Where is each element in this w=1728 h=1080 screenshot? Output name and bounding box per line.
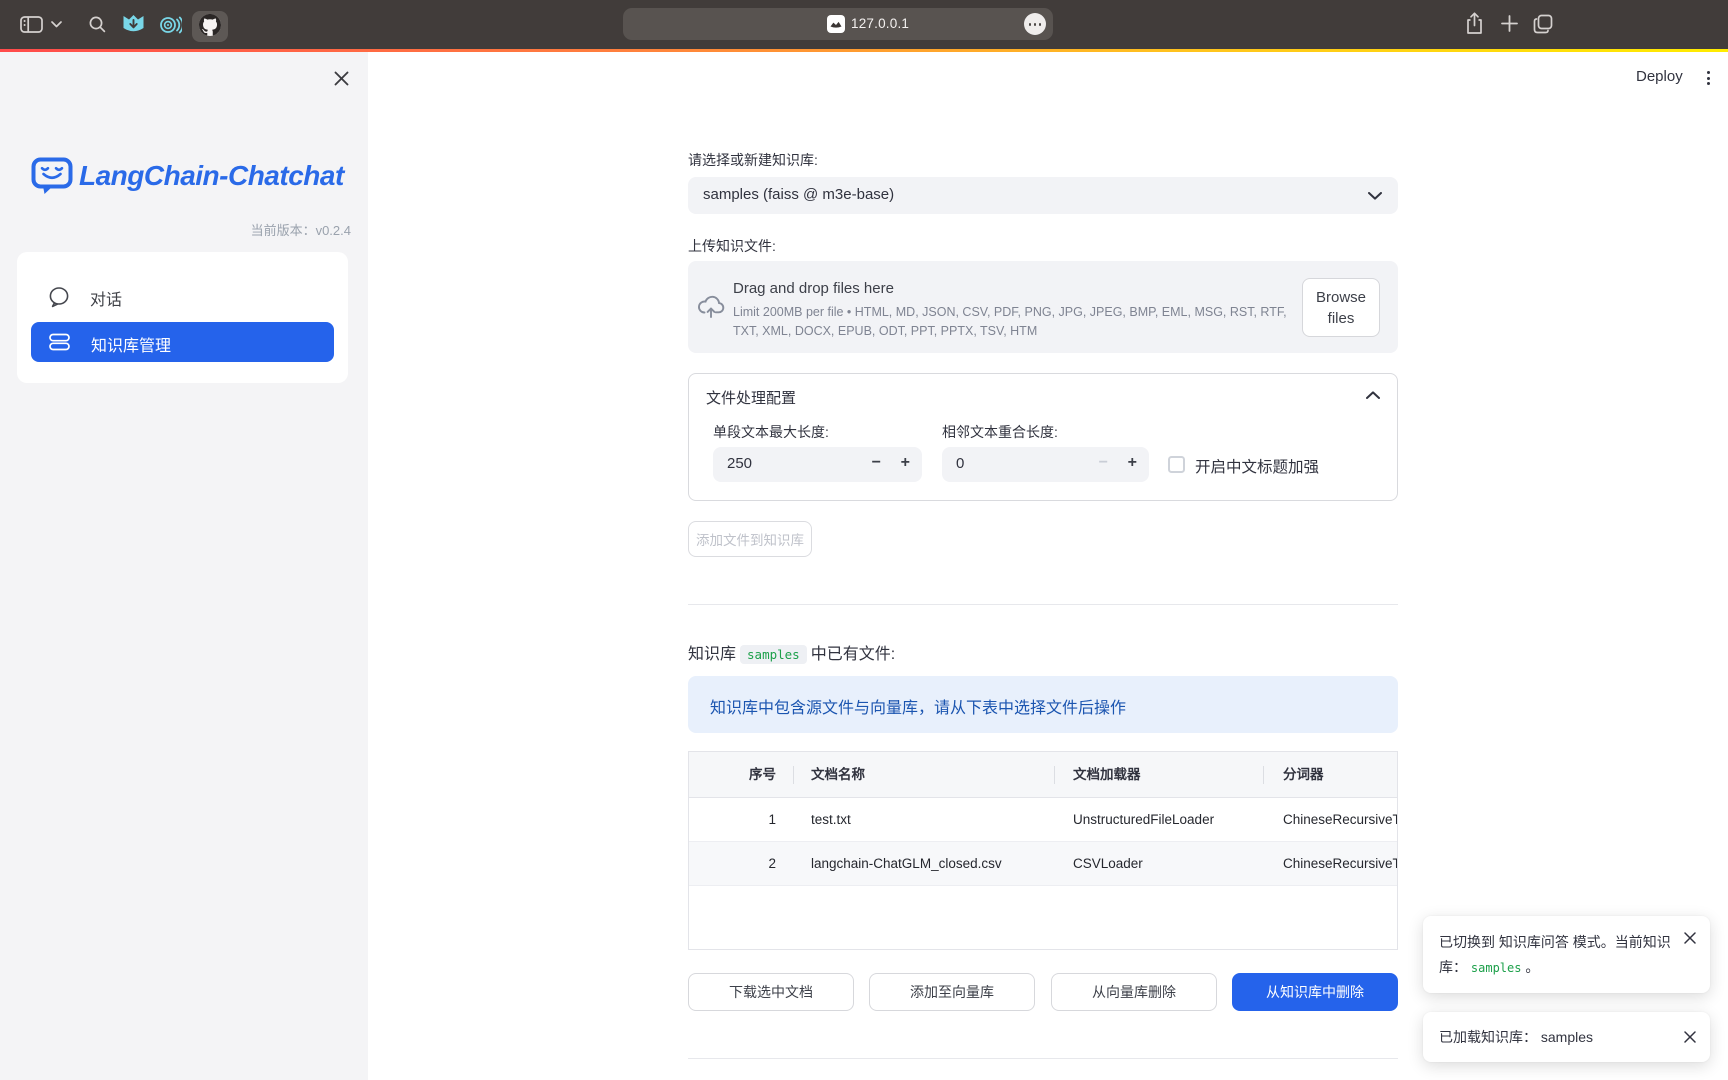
add-files-button[interactable]: 添加文件到知识库 — [688, 521, 812, 557]
divider — [688, 604, 1398, 605]
toast-text: 已切换到 知识库问答 模式。当前知识 库： samples 。 — [1439, 930, 1671, 981]
minus-stepper[interactable]: − — [872, 454, 881, 472]
app-logo-text: LangChain-Chatchat — [79, 156, 344, 196]
chevron-down-icon — [1368, 192, 1382, 200]
dropzone-limits: Limit 200MB per file • HTML, MD, JSON, C… — [733, 303, 1287, 341]
col-header: 文档加载器 — [1073, 752, 1141, 798]
sidebar-menu — [17, 252, 348, 383]
plus-stepper[interactable]: + — [1128, 454, 1137, 472]
toast-mode-switched: 已切换到 知识库问答 模式。当前知识 库： samples 。 — [1423, 916, 1710, 993]
table-header: 序号 文档名称 文档加载器 分词器 — [689, 752, 1397, 798]
search-icon[interactable] — [89, 16, 106, 33]
file-dropzone[interactable]: Drag and drop files here Limit 200MB per… — [688, 261, 1398, 353]
delete-from-vector-button[interactable]: 从向量库删除 — [1051, 973, 1217, 1011]
chevron-up-icon — [1366, 391, 1380, 399]
chunk-size-input[interactable]: 250 − + — [713, 447, 922, 482]
zh-title-checkbox[interactable] — [1168, 456, 1185, 473]
sidebar-item-chat[interactable]: 对话 — [48, 273, 338, 317]
kb-manage-icon — [49, 333, 70, 351]
sidebar-item-label: 知识库管理 — [91, 332, 171, 356]
chevron-down-icon[interactable] — [51, 21, 62, 28]
sidebar — [0, 52, 368, 1080]
tabs-overview-icon[interactable] — [1533, 14, 1553, 34]
overlap-input[interactable]: 0 − + — [942, 447, 1149, 482]
cloud-upload-icon — [696, 293, 726, 319]
sidebar-item-kb-manage[interactable]: 知识库管理 — [31, 322, 334, 362]
page: 127.0.0.1 LangChain-Chatchat — [0, 0, 1728, 1080]
overlap-value: 0 — [956, 455, 964, 472]
toast-close-icon[interactable] — [1684, 1031, 1696, 1043]
site-favicon-icon — [827, 15, 845, 33]
zh-title-checkbox-label: 开启中文标题加强 — [1195, 455, 1319, 477]
extension-scholar-icon[interactable] — [160, 16, 182, 34]
chunk-size-value: 250 — [727, 455, 752, 472]
table-row[interactable]: 1 test.txt UnstructuredFileLoader Chines… — [689, 798, 1397, 842]
new-tab-icon[interactable] — [1501, 15, 1518, 32]
files-table[interactable]: 序号 文档名称 文档加载器 分词器 1 test.txt Unstructure… — [688, 751, 1398, 950]
dropzone-title: Drag and drop files here — [733, 280, 894, 297]
toast-text: 已加载知识库： samples — [1439, 1025, 1593, 1050]
divider — [688, 1058, 1398, 1059]
info-text: 知识库中包含源文件与向量库，请从下表中选择文件后操作 — [710, 694, 1126, 718]
col-header: 序号 — [689, 752, 776, 798]
deploy-button[interactable]: Deploy — [1636, 68, 1683, 85]
browser-toolbar: 127.0.0.1 — [0, 0, 1728, 49]
kb-files-heading: 知识库samples中已有文件: — [688, 640, 895, 664]
info-alert: 知识库中包含源文件与向量库，请从下表中选择文件后操作 — [688, 676, 1398, 733]
overlap-label: 相邻文本重合长度: — [942, 422, 1058, 442]
extension-shield-icon[interactable] — [122, 14, 145, 35]
browse-files-button[interactable]: Browse files — [1302, 278, 1380, 337]
share-icon[interactable] — [1466, 12, 1483, 35]
kb-select[interactable]: samples (faiss @ m3e-base) — [688, 177, 1398, 214]
expander-title: 文件处理配置 — [706, 387, 796, 408]
config-expander[interactable]: 文件处理配置 单段文本最大长度: 相邻文本重合长度: 250 − + 0 − +… — [688, 373, 1398, 501]
download-docs-button[interactable]: 下载选中文档 — [688, 973, 854, 1011]
sidebar-close-icon[interactable] — [334, 71, 349, 86]
chunk-size-label: 单段文本最大长度: — [713, 422, 829, 442]
kb-select-value: samples (faiss @ m3e-base) — [703, 186, 894, 203]
col-header: 分词器 — [1283, 752, 1397, 798]
app-version: 当前版本：v0.2.4 — [100, 220, 351, 239]
kb-name-code: samples — [740, 645, 807, 664]
add-to-vector-button[interactable]: 添加至向量库 — [869, 973, 1035, 1011]
url-text: 127.0.0.1 — [851, 16, 909, 31]
kebab-menu-icon[interactable] — [1700, 71, 1718, 89]
kb-select-label: 请选择或新建知识库: — [688, 150, 818, 170]
plus-stepper[interactable]: + — [901, 454, 910, 472]
delete-from-kb-button[interactable]: 从知识库中删除 — [1232, 973, 1398, 1011]
upload-label: 上传知识文件: — [688, 236, 776, 256]
col-header: 文档名称 — [811, 752, 865, 798]
sidebar-toggle-icon[interactable] — [20, 16, 44, 34]
url-bar[interactable]: 127.0.0.1 — [623, 8, 1053, 40]
chat-bubble-icon — [48, 286, 70, 308]
app-logo-icon — [31, 157, 73, 197]
toast-kb-loaded: 已加载知识库： samples — [1423, 1012, 1710, 1062]
table-row[interactable]: 2 langchain-ChatGLM_closed.csv CSVLoader… — [689, 842, 1397, 886]
github-icon[interactable] — [199, 14, 221, 36]
toast-close-icon[interactable] — [1684, 932, 1696, 944]
minus-stepper[interactable]: − — [1099, 454, 1108, 472]
sidebar-item-label: 对话 — [90, 286, 122, 310]
page-settings-icon[interactable] — [1024, 13, 1046, 35]
